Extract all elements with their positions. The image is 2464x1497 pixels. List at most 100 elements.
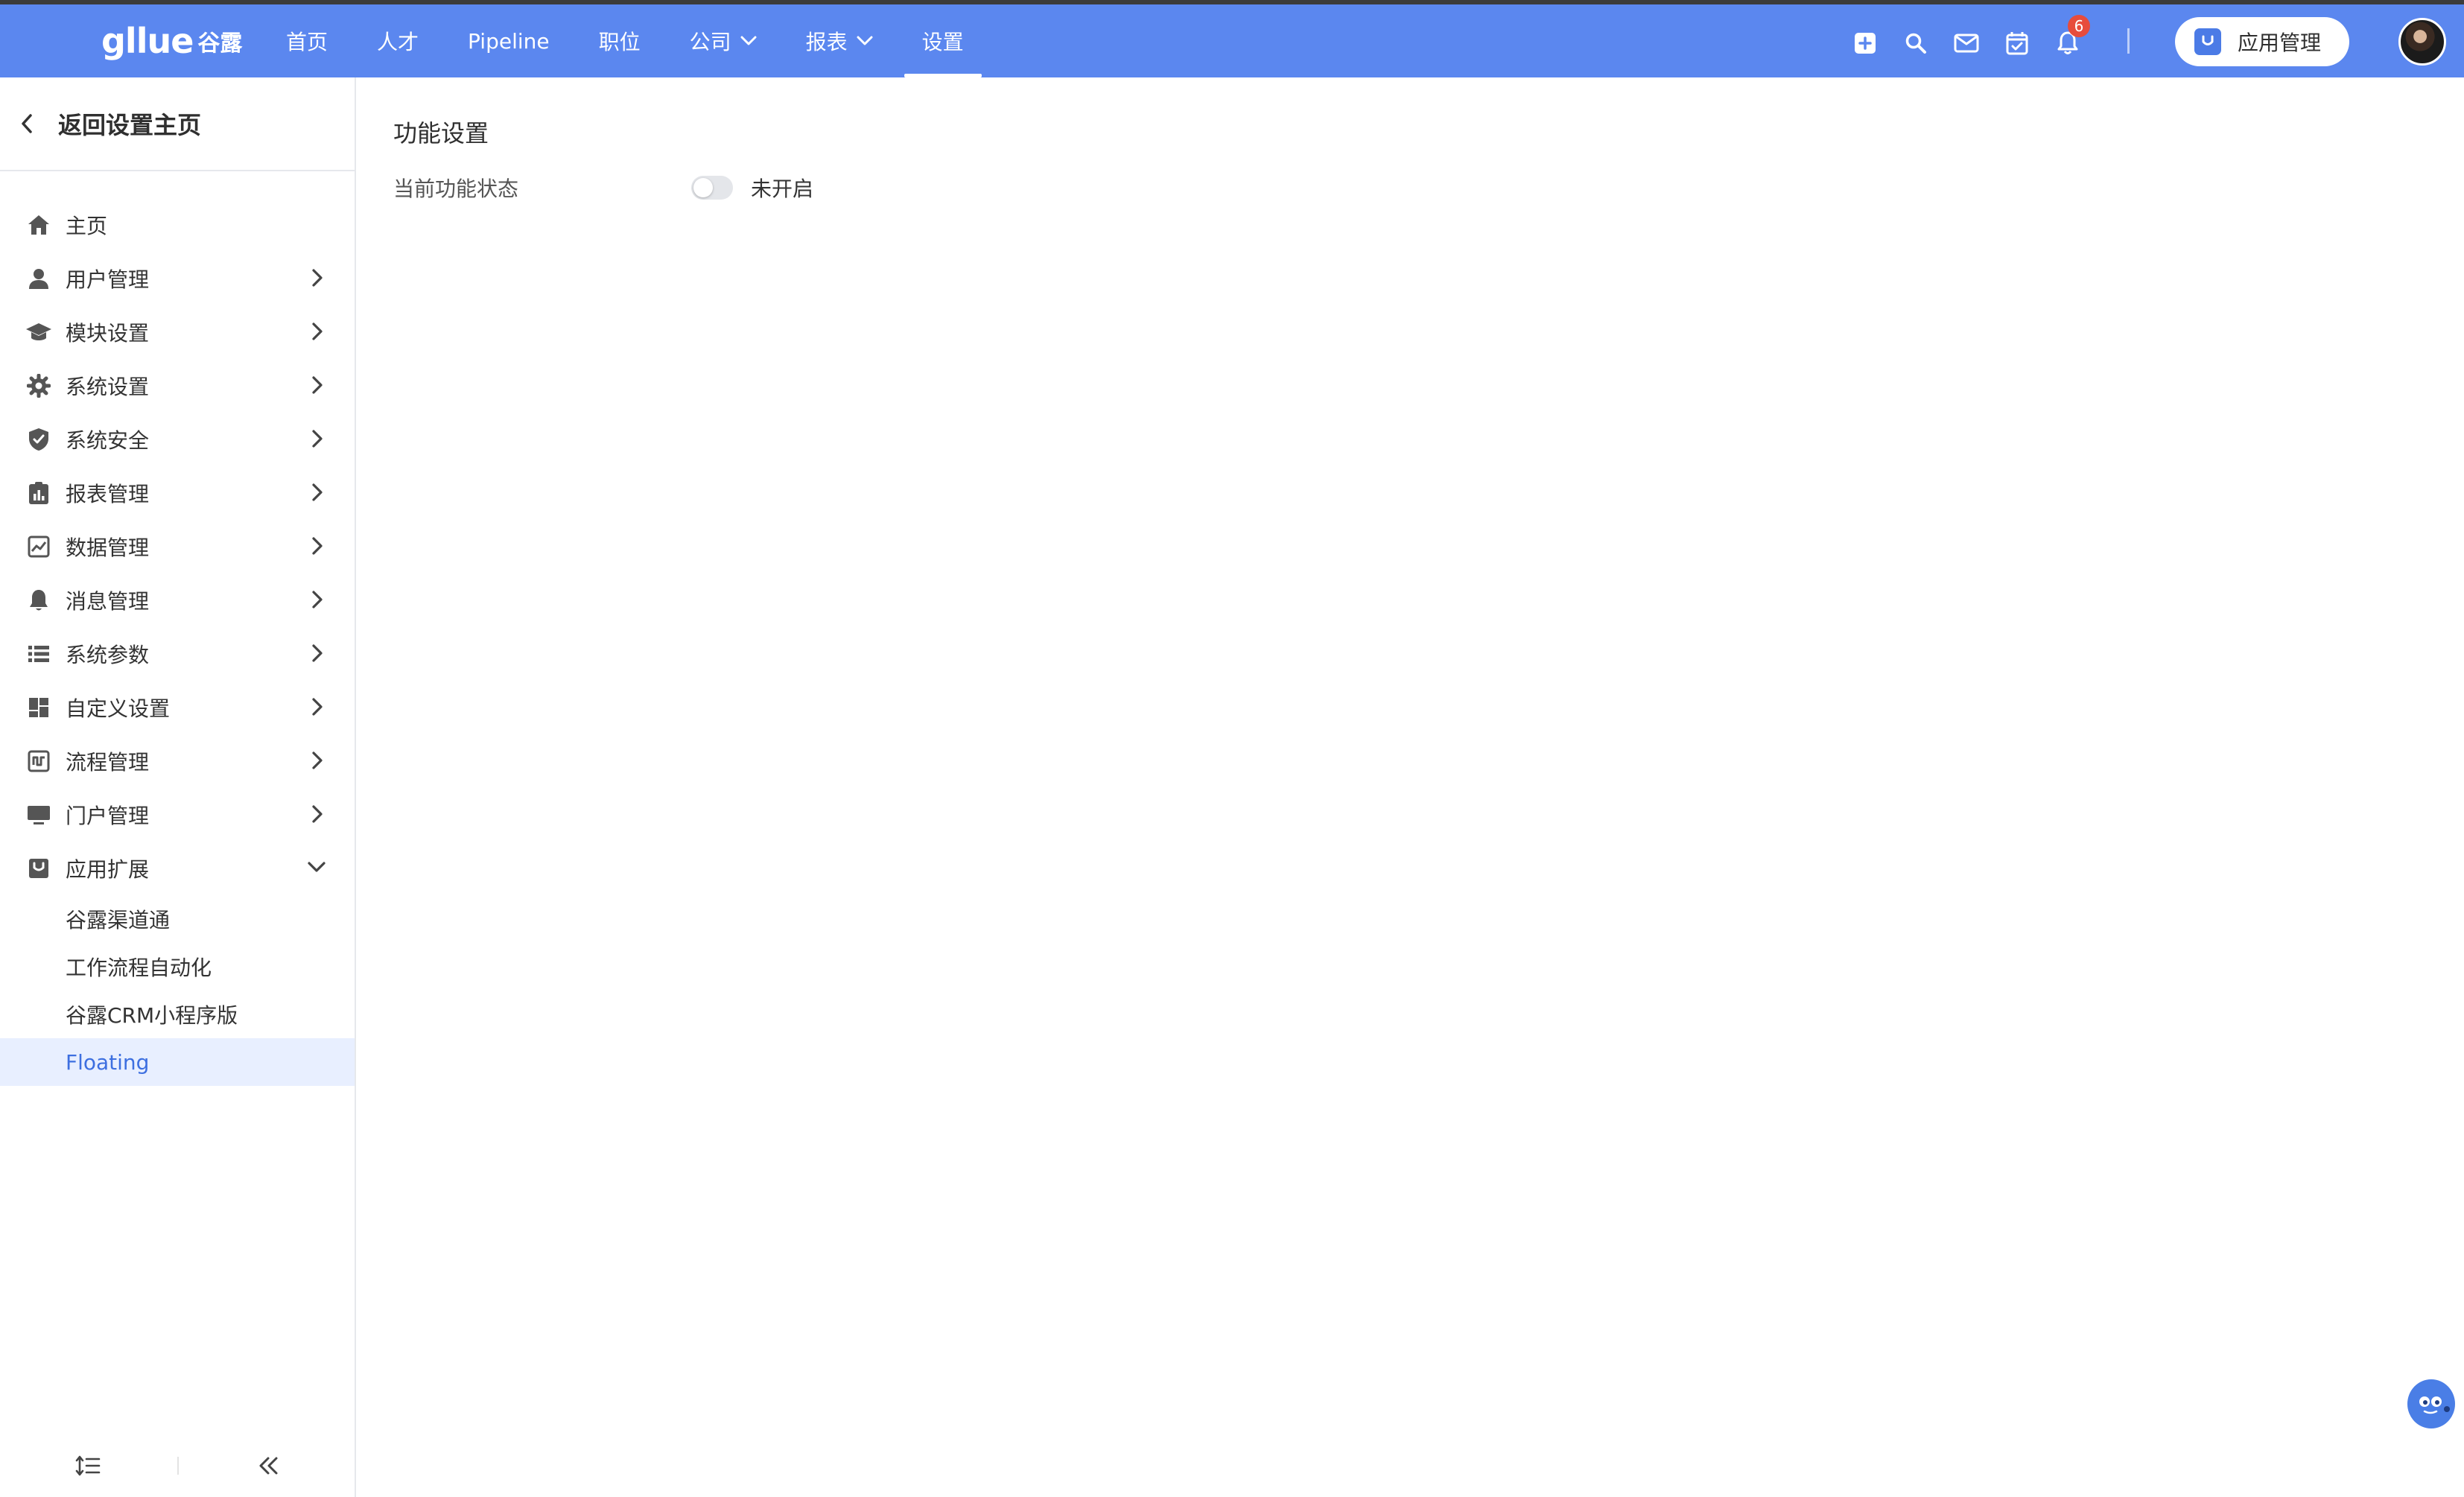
- sidebar-item-label: 数据管理: [66, 535, 150, 560]
- app-management-icon: [2194, 28, 2221, 55]
- app-extension-submenu: 谷露渠道通 工作流程自动化 谷露CRM小程序版 Floating: [0, 895, 355, 1086]
- sidebar-item-system-settings[interactable]: 系统设置: [0, 359, 355, 413]
- chevron-left-icon: [22, 114, 32, 133]
- bell-icon[interactable]: 6: [2054, 15, 2090, 57]
- calendar-check-icon[interactable]: [2004, 30, 2030, 57]
- collapse-sidebar-icon[interactable]: [253, 1451, 283, 1481]
- back-label: 返回设置主页: [58, 111, 202, 139]
- chevron-right-icon: [312, 751, 323, 769]
- nav-item-reports[interactable]: 报表: [788, 4, 891, 77]
- feature-toggle-switch[interactable]: [691, 176, 733, 200]
- section-title: 功能设置: [393, 119, 489, 147]
- user-avatar[interactable]: [2398, 18, 2446, 66]
- sidebar-item-label: 消息管理: [66, 589, 150, 614]
- nav-item-label: 公司: [689, 30, 731, 54]
- sidebar-item-system-parameters[interactable]: 系统参数: [0, 627, 355, 681]
- main-content: 功能设置 当前功能状态 未开启: [356, 77, 2464, 1497]
- notification-count-badge: 6: [2068, 15, 2090, 37]
- footer-divider: [177, 1457, 179, 1475]
- submenu-item-floating[interactable]: Floating: [0, 1038, 355, 1086]
- submenu-item-workflow-automation[interactable]: 工作流程自动化: [0, 943, 355, 991]
- chevron-right-icon: [312, 805, 323, 823]
- nav-item-label: 报表: [805, 30, 848, 54]
- chevron-down-icon: [857, 36, 873, 45]
- sidebar-item-message-management[interactable]: 消息管理: [0, 573, 355, 627]
- sidebar-item-portal-management[interactable]: 门户管理: [0, 788, 355, 842]
- header-actions: 6 应用管理: [1719, 4, 2464, 77]
- shield-check-icon: [25, 426, 52, 453]
- add-icon[interactable]: [1852, 30, 1879, 57]
- list-icon: [25, 641, 52, 667]
- workflow-icon: [25, 748, 52, 775]
- header-divider: [2127, 28, 2130, 54]
- app-extension-icon: [25, 855, 52, 882]
- sidebar-item-label: 系统参数: [66, 643, 150, 667]
- sidebar-item-label: 用户管理: [66, 267, 150, 292]
- chevron-right-icon: [312, 591, 323, 608]
- chevron-right-icon: [312, 430, 323, 448]
- sidebar-item-system-security[interactable]: 系统安全: [0, 413, 355, 466]
- sidebar-item-label: 报表管理: [66, 482, 150, 506]
- submenu-item-crm-miniprogram[interactable]: 谷露CRM小程序版: [0, 991, 355, 1038]
- logo-sub: 谷露: [197, 31, 243, 57]
- sidebar-item-module-settings[interactable]: 模块设置: [0, 305, 355, 359]
- sidebar-item-custom-settings[interactable]: 自定义设置: [0, 681, 355, 734]
- submenu-item-label: 工作流程自动化: [66, 956, 212, 980]
- chevron-right-icon: [312, 644, 323, 662]
- search-icon[interactable]: [1902, 30, 1929, 57]
- sidebar-footer: [0, 1430, 355, 1497]
- submenu-item-label: 谷露CRM小程序版: [66, 1003, 238, 1028]
- sidebar-item-app-extension[interactable]: 应用扩展: [0, 842, 355, 895]
- chevron-right-icon: [312, 376, 323, 394]
- gllue-logo[interactable]: gllue 谷露: [101, 18, 242, 64]
- sidebar-item-label: 模块设置: [66, 321, 150, 346]
- mail-icon[interactable]: [1953, 30, 1980, 57]
- main-nav: 首页 人才 Pipeline 职位 公司 报表 设置: [268, 4, 995, 77]
- app-management-label: 应用管理: [2238, 31, 2322, 55]
- nav-item-home[interactable]: 首页: [268, 4, 346, 77]
- settings-sidebar: 返回设置主页 主页 用户管理 模块设置 系统设置 系统安全 报表管理 数据管理 …: [0, 77, 356, 1497]
- sidebar-item-report-management[interactable]: 报表管理: [0, 466, 355, 520]
- nav-item-label: 设置: [921, 30, 964, 54]
- toggle-status-text: 未开启: [751, 177, 814, 201]
- monitor-icon: [25, 801, 52, 828]
- chevron-right-icon: [312, 322, 323, 340]
- nav-item-label: Pipeline: [468, 28, 550, 54]
- chevron-down-icon: [740, 36, 757, 45]
- nav-item-settings[interactable]: 设置: [904, 4, 982, 77]
- submenu-item-channel[interactable]: 谷露渠道通: [0, 895, 355, 943]
- toggle-knob: [693, 178, 713, 197]
- sidebar-item-label: 主页: [66, 214, 108, 238]
- logo-brand: gllue: [101, 21, 194, 61]
- floating-assistant-icon[interactable]: [2407, 1379, 2455, 1428]
- sidebar-item-label: 应用扩展: [66, 857, 150, 882]
- chevron-right-icon: [312, 698, 323, 716]
- sidebar-item-home[interactable]: 主页: [0, 198, 355, 252]
- nav-item-jobs[interactable]: 职位: [581, 4, 658, 77]
- nav-item-label: 人才: [377, 30, 419, 54]
- chart-line-icon: [25, 533, 52, 560]
- sidebar-item-label: 门户管理: [66, 804, 150, 828]
- feature-status-label: 当前功能状态: [393, 177, 519, 201]
- sidebar-item-workflow-management[interactable]: 流程管理: [0, 734, 355, 788]
- chevron-down-icon: [308, 862, 326, 872]
- nav-item-talent[interactable]: 人才: [359, 4, 436, 77]
- dashboard-icon: [25, 694, 52, 721]
- bell-icon: [25, 587, 52, 614]
- back-to-settings-home[interactable]: 返回设置主页: [0, 77, 355, 171]
- sidebar-item-label: 自定义设置: [66, 696, 171, 721]
- nav-item-pipeline[interactable]: Pipeline: [450, 4, 568, 77]
- app-management-button[interactable]: 应用管理: [2175, 17, 2349, 66]
- sidebar-item-users[interactable]: 用户管理: [0, 252, 355, 305]
- sidebar-item-data-management[interactable]: 数据管理: [0, 520, 355, 573]
- submenu-item-label: Floating: [66, 1049, 150, 1075]
- settings-menu: 主页 用户管理 模块设置 系统设置 系统安全 报表管理 数据管理 消息管理 系统…: [0, 198, 355, 1086]
- nav-item-label: 职位: [598, 30, 641, 54]
- user-icon: [25, 265, 52, 292]
- sort-list-icon[interactable]: [73, 1451, 103, 1481]
- nav-item-company[interactable]: 公司: [672, 4, 775, 77]
- report-icon: [25, 480, 52, 506]
- chevron-right-icon: [312, 269, 323, 287]
- chevron-right-icon: [312, 537, 323, 555]
- top-navigation-bar: gllue 谷露 首页 人才 Pipeline 职位 公司 报表 设置 6 应用…: [0, 4, 2464, 77]
